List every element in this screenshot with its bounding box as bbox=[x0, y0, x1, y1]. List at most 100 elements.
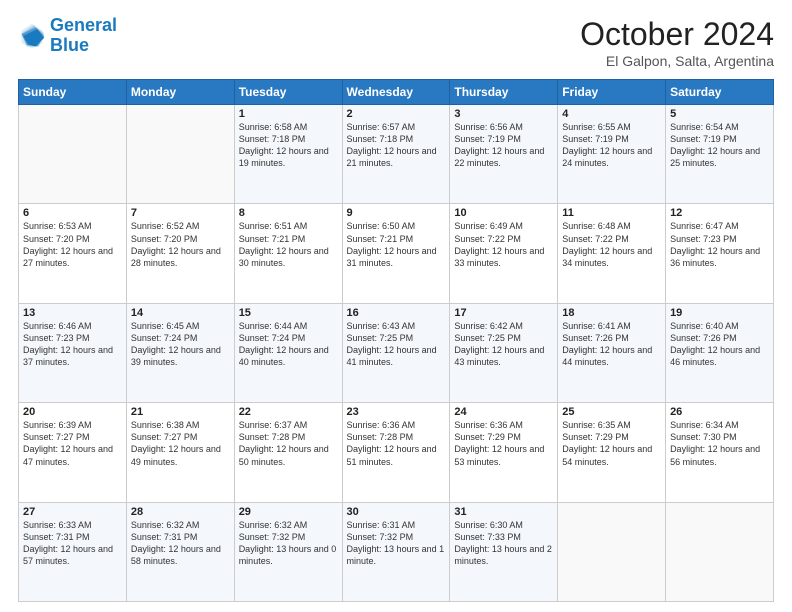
day-info: Sunrise: 6:58 AM Sunset: 7:18 PM Dayligh… bbox=[239, 121, 338, 170]
logo-icon bbox=[18, 22, 46, 50]
day-info: Sunrise: 6:30 AM Sunset: 7:33 PM Dayligh… bbox=[454, 519, 553, 568]
day-number: 17 bbox=[454, 307, 553, 319]
day-number: 1 bbox=[239, 108, 338, 120]
calendar-cell: 27Sunrise: 6:33 AM Sunset: 7:31 PM Dayli… bbox=[19, 502, 127, 601]
weekday-header-monday: Monday bbox=[126, 80, 234, 105]
calendar-cell: 21Sunrise: 6:38 AM Sunset: 7:27 PM Dayli… bbox=[126, 403, 234, 502]
day-info: Sunrise: 6:57 AM Sunset: 7:18 PM Dayligh… bbox=[347, 121, 446, 170]
day-info: Sunrise: 6:50 AM Sunset: 7:21 PM Dayligh… bbox=[347, 220, 446, 269]
calendar-title: October 2024 bbox=[580, 16, 774, 53]
calendar-cell: 19Sunrise: 6:40 AM Sunset: 7:26 PM Dayli… bbox=[666, 303, 774, 402]
day-info: Sunrise: 6:31 AM Sunset: 7:32 PM Dayligh… bbox=[347, 519, 446, 568]
day-number: 2 bbox=[347, 108, 446, 120]
day-info: Sunrise: 6:45 AM Sunset: 7:24 PM Dayligh… bbox=[131, 320, 230, 369]
calendar-cell bbox=[666, 502, 774, 601]
calendar-cell: 25Sunrise: 6:35 AM Sunset: 7:29 PM Dayli… bbox=[558, 403, 666, 502]
calendar-cell: 10Sunrise: 6:49 AM Sunset: 7:22 PM Dayli… bbox=[450, 204, 558, 303]
day-info: Sunrise: 6:47 AM Sunset: 7:23 PM Dayligh… bbox=[670, 220, 769, 269]
day-number: 10 bbox=[454, 207, 553, 219]
calendar-cell: 5Sunrise: 6:54 AM Sunset: 7:19 PM Daylig… bbox=[666, 105, 774, 204]
day-number: 8 bbox=[239, 207, 338, 219]
day-info: Sunrise: 6:36 AM Sunset: 7:28 PM Dayligh… bbox=[347, 419, 446, 468]
day-number: 31 bbox=[454, 506, 553, 518]
day-number: 15 bbox=[239, 307, 338, 319]
calendar-cell: 26Sunrise: 6:34 AM Sunset: 7:30 PM Dayli… bbox=[666, 403, 774, 502]
day-number: 21 bbox=[131, 406, 230, 418]
day-info: Sunrise: 6:32 AM Sunset: 7:31 PM Dayligh… bbox=[131, 519, 230, 568]
day-info: Sunrise: 6:52 AM Sunset: 7:20 PM Dayligh… bbox=[131, 220, 230, 269]
weekday-header-wednesday: Wednesday bbox=[342, 80, 450, 105]
logo: General Blue bbox=[18, 16, 117, 56]
calendar-cell: 3Sunrise: 6:56 AM Sunset: 7:19 PM Daylig… bbox=[450, 105, 558, 204]
day-info: Sunrise: 6:53 AM Sunset: 7:20 PM Dayligh… bbox=[23, 220, 122, 269]
day-number: 11 bbox=[562, 207, 661, 219]
calendar-week-2: 6Sunrise: 6:53 AM Sunset: 7:20 PM Daylig… bbox=[19, 204, 774, 303]
calendar-cell: 1Sunrise: 6:58 AM Sunset: 7:18 PM Daylig… bbox=[234, 105, 342, 204]
calendar-week-1: 1Sunrise: 6:58 AM Sunset: 7:18 PM Daylig… bbox=[19, 105, 774, 204]
calendar-cell: 22Sunrise: 6:37 AM Sunset: 7:28 PM Dayli… bbox=[234, 403, 342, 502]
day-number: 7 bbox=[131, 207, 230, 219]
day-info: Sunrise: 6:56 AM Sunset: 7:19 PM Dayligh… bbox=[454, 121, 553, 170]
day-info: Sunrise: 6:54 AM Sunset: 7:19 PM Dayligh… bbox=[670, 121, 769, 170]
day-number: 16 bbox=[347, 307, 446, 319]
calendar-cell: 16Sunrise: 6:43 AM Sunset: 7:25 PM Dayli… bbox=[342, 303, 450, 402]
calendar-week-3: 13Sunrise: 6:46 AM Sunset: 7:23 PM Dayli… bbox=[19, 303, 774, 402]
calendar-week-5: 27Sunrise: 6:33 AM Sunset: 7:31 PM Dayli… bbox=[19, 502, 774, 601]
calendar-subtitle: El Galpon, Salta, Argentina bbox=[580, 53, 774, 69]
calendar-cell bbox=[19, 105, 127, 204]
calendar-cell: 30Sunrise: 6:31 AM Sunset: 7:32 PM Dayli… bbox=[342, 502, 450, 601]
day-number: 23 bbox=[347, 406, 446, 418]
calendar-cell: 11Sunrise: 6:48 AM Sunset: 7:22 PM Dayli… bbox=[558, 204, 666, 303]
day-info: Sunrise: 6:37 AM Sunset: 7:28 PM Dayligh… bbox=[239, 419, 338, 468]
calendar-cell: 28Sunrise: 6:32 AM Sunset: 7:31 PM Dayli… bbox=[126, 502, 234, 601]
day-info: Sunrise: 6:34 AM Sunset: 7:30 PM Dayligh… bbox=[670, 419, 769, 468]
day-number: 28 bbox=[131, 506, 230, 518]
day-info: Sunrise: 6:38 AM Sunset: 7:27 PM Dayligh… bbox=[131, 419, 230, 468]
day-info: Sunrise: 6:49 AM Sunset: 7:22 PM Dayligh… bbox=[454, 220, 553, 269]
day-number: 20 bbox=[23, 406, 122, 418]
day-number: 9 bbox=[347, 207, 446, 219]
day-number: 22 bbox=[239, 406, 338, 418]
day-number: 27 bbox=[23, 506, 122, 518]
day-number: 12 bbox=[670, 207, 769, 219]
day-info: Sunrise: 6:39 AM Sunset: 7:27 PM Dayligh… bbox=[23, 419, 122, 468]
calendar-cell: 2Sunrise: 6:57 AM Sunset: 7:18 PM Daylig… bbox=[342, 105, 450, 204]
day-info: Sunrise: 6:44 AM Sunset: 7:24 PM Dayligh… bbox=[239, 320, 338, 369]
day-info: Sunrise: 6:41 AM Sunset: 7:26 PM Dayligh… bbox=[562, 320, 661, 369]
calendar-cell: 20Sunrise: 6:39 AM Sunset: 7:27 PM Dayli… bbox=[19, 403, 127, 502]
day-number: 13 bbox=[23, 307, 122, 319]
weekday-header-row: SundayMondayTuesdayWednesdayThursdayFrid… bbox=[19, 80, 774, 105]
calendar-table: SundayMondayTuesdayWednesdayThursdayFrid… bbox=[18, 79, 774, 602]
day-number: 24 bbox=[454, 406, 553, 418]
day-info: Sunrise: 6:48 AM Sunset: 7:22 PM Dayligh… bbox=[562, 220, 661, 269]
calendar-cell: 13Sunrise: 6:46 AM Sunset: 7:23 PM Dayli… bbox=[19, 303, 127, 402]
calendar-cell: 24Sunrise: 6:36 AM Sunset: 7:29 PM Dayli… bbox=[450, 403, 558, 502]
calendar-cell: 12Sunrise: 6:47 AM Sunset: 7:23 PM Dayli… bbox=[666, 204, 774, 303]
day-info: Sunrise: 6:51 AM Sunset: 7:21 PM Dayligh… bbox=[239, 220, 338, 269]
day-number: 3 bbox=[454, 108, 553, 120]
calendar-cell bbox=[126, 105, 234, 204]
title-block: October 2024 El Galpon, Salta, Argentina bbox=[580, 16, 774, 69]
weekday-header-saturday: Saturday bbox=[666, 80, 774, 105]
calendar-cell: 4Sunrise: 6:55 AM Sunset: 7:19 PM Daylig… bbox=[558, 105, 666, 204]
weekday-header-sunday: Sunday bbox=[19, 80, 127, 105]
day-info: Sunrise: 6:36 AM Sunset: 7:29 PM Dayligh… bbox=[454, 419, 553, 468]
calendar-cell: 31Sunrise: 6:30 AM Sunset: 7:33 PM Dayli… bbox=[450, 502, 558, 601]
calendar-cell: 15Sunrise: 6:44 AM Sunset: 7:24 PM Dayli… bbox=[234, 303, 342, 402]
logo-text: General Blue bbox=[50, 16, 117, 56]
calendar-cell: 14Sunrise: 6:45 AM Sunset: 7:24 PM Dayli… bbox=[126, 303, 234, 402]
calendar-cell: 9Sunrise: 6:50 AM Sunset: 7:21 PM Daylig… bbox=[342, 204, 450, 303]
day-number: 4 bbox=[562, 108, 661, 120]
page: General Blue October 2024 El Galpon, Sal… bbox=[0, 0, 792, 612]
calendar-cell: 6Sunrise: 6:53 AM Sunset: 7:20 PM Daylig… bbox=[19, 204, 127, 303]
day-number: 19 bbox=[670, 307, 769, 319]
day-info: Sunrise: 6:43 AM Sunset: 7:25 PM Dayligh… bbox=[347, 320, 446, 369]
day-info: Sunrise: 6:42 AM Sunset: 7:25 PM Dayligh… bbox=[454, 320, 553, 369]
calendar-cell: 7Sunrise: 6:52 AM Sunset: 7:20 PM Daylig… bbox=[126, 204, 234, 303]
day-info: Sunrise: 6:40 AM Sunset: 7:26 PM Dayligh… bbox=[670, 320, 769, 369]
calendar-week-4: 20Sunrise: 6:39 AM Sunset: 7:27 PM Dayli… bbox=[19, 403, 774, 502]
calendar-cell: 23Sunrise: 6:36 AM Sunset: 7:28 PM Dayli… bbox=[342, 403, 450, 502]
weekday-header-thursday: Thursday bbox=[450, 80, 558, 105]
day-number: 5 bbox=[670, 108, 769, 120]
day-number: 29 bbox=[239, 506, 338, 518]
